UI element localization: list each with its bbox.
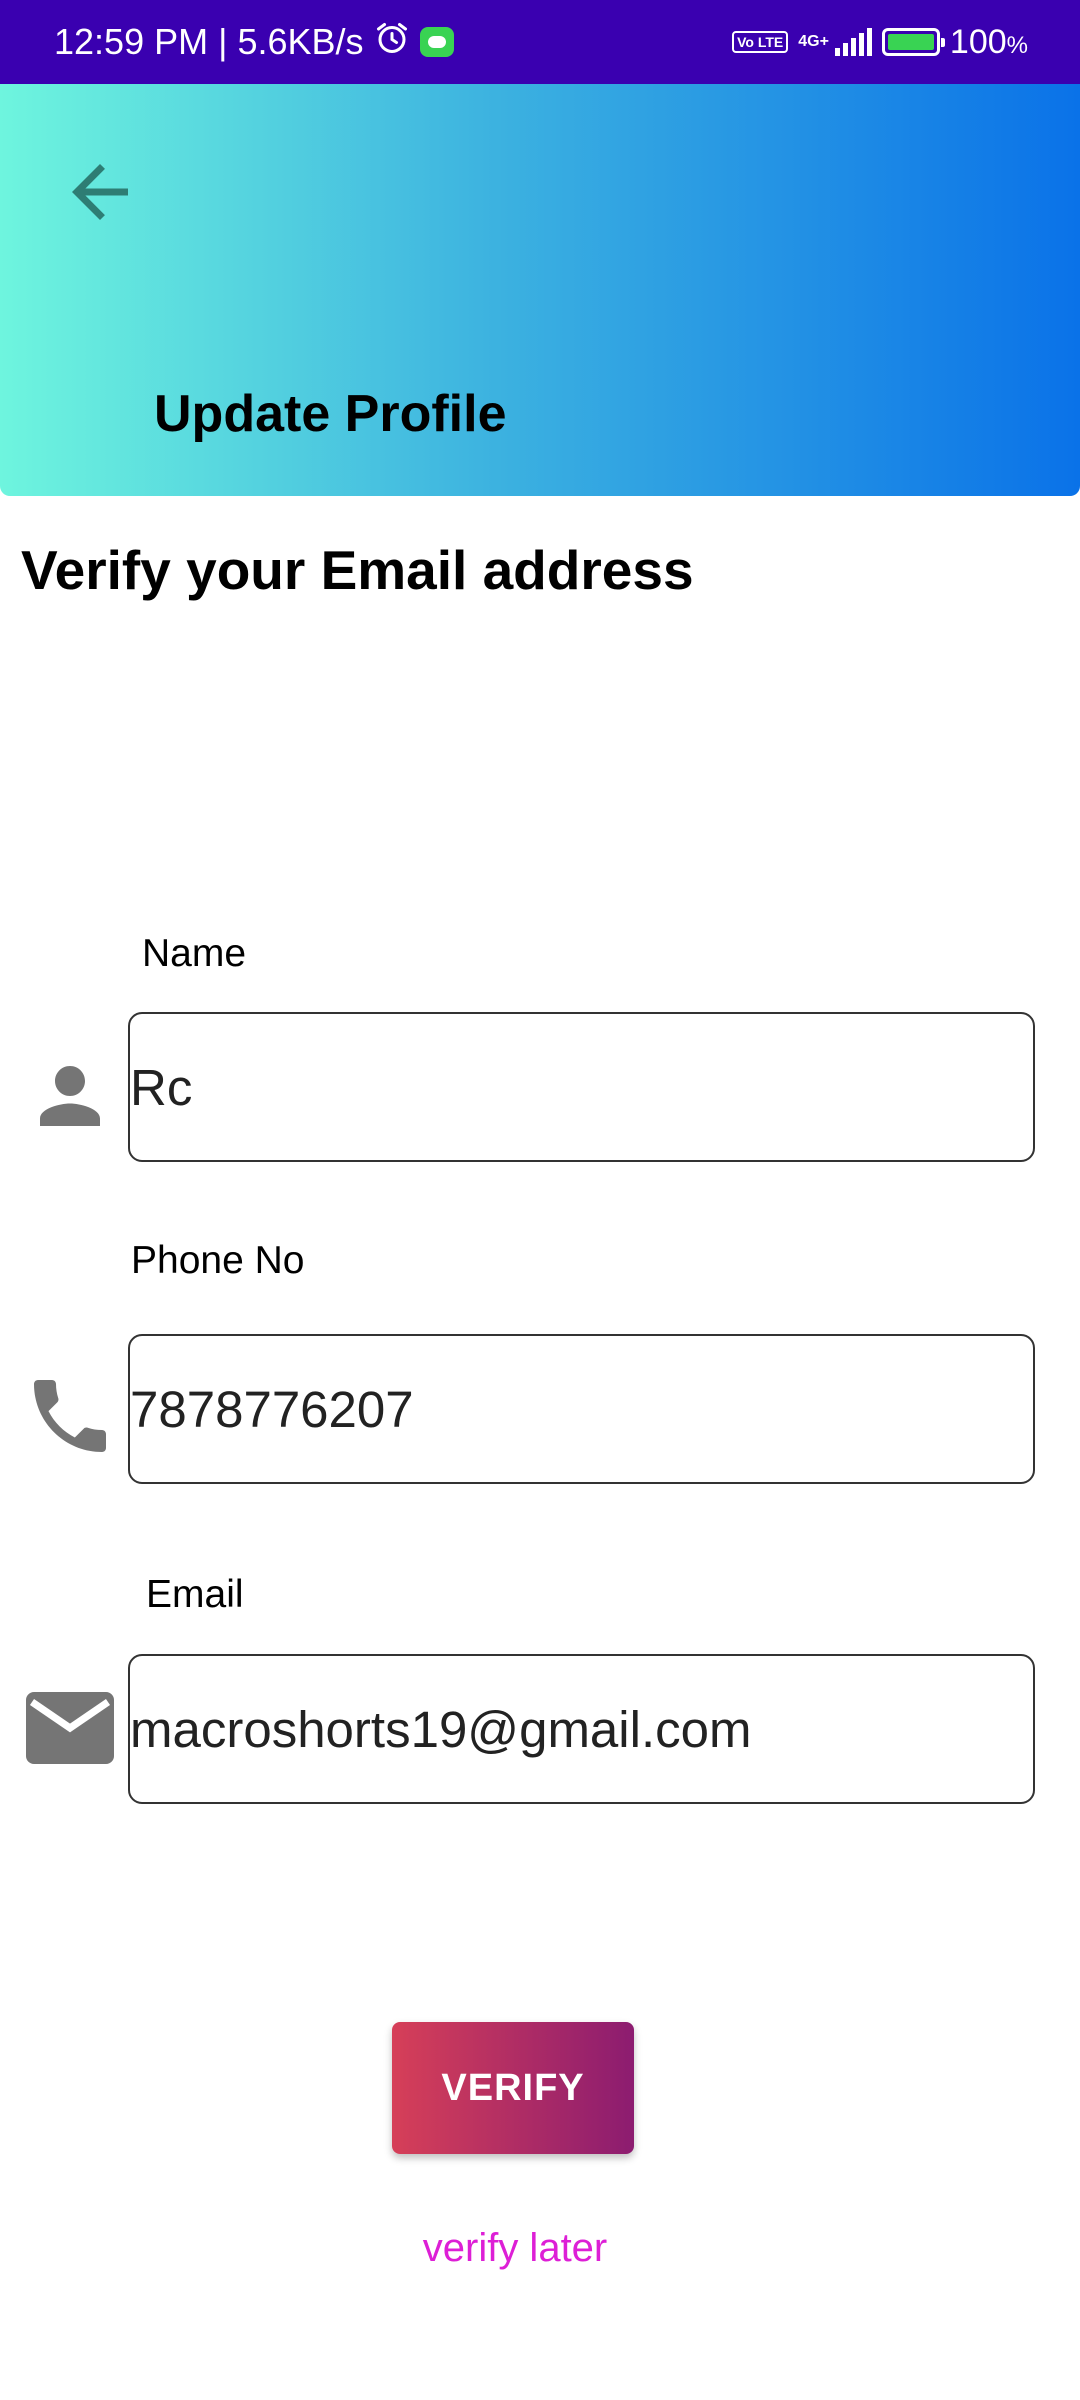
battery-level: 100%: [949, 22, 1028, 61]
mail-icon: [22, 1680, 118, 1776]
name-label: Name: [142, 932, 247, 975]
message-notification-icon: [419, 27, 454, 57]
page-title: Update Profile: [154, 385, 507, 443]
section-heading: Verify your Email address: [21, 539, 694, 601]
phone-icon: [22, 1368, 118, 1464]
name-input[interactable]: [128, 1012, 1035, 1162]
verify-later-link[interactable]: verify later: [0, 2226, 1030, 2271]
verify-button[interactable]: VERIFY: [392, 2022, 634, 2154]
person-icon: [22, 1048, 118, 1144]
alarm-icon: [374, 20, 410, 65]
email-input[interactable]: [128, 1654, 1035, 1804]
status-time-speed: 12:59 PM | 5.6KB/s: [54, 21, 364, 62]
volte-icon: Vo LTE: [732, 31, 789, 53]
network-type: 4G+: [798, 33, 829, 50]
battery-icon: [881, 28, 945, 56]
arrow-left-icon: [58, 150, 142, 239]
status-right: Vo LTE 4G+ 100%: [732, 0, 1028, 84]
status-left: 12:59 PM | 5.6KB/s: [54, 0, 454, 84]
status-bar: 12:59 PM | 5.6KB/s Vo LTE 4G+ 100%: [0, 0, 1080, 84]
email-label: Email: [146, 1573, 244, 1616]
phone-label: Phone No: [131, 1239, 305, 1282]
signal-icon: [834, 28, 872, 56]
back-button[interactable]: [50, 144, 150, 244]
app-header: Update Profile: [0, 84, 1080, 496]
phone-input[interactable]: [128, 1334, 1035, 1484]
